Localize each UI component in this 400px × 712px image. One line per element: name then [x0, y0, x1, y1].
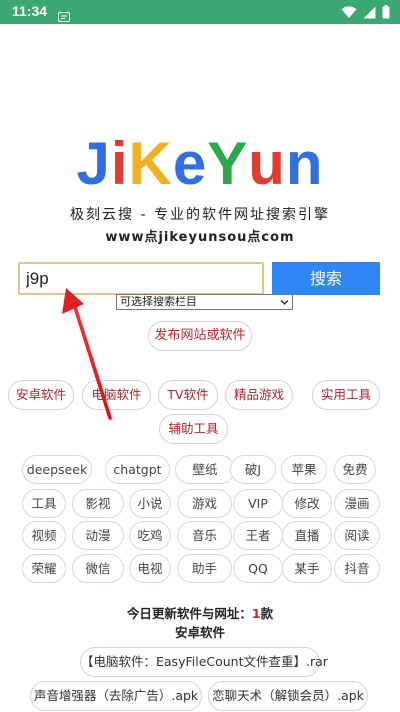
category-pc[interactable]: 电脑软件	[82, 380, 151, 410]
notification-icon	[58, 7, 70, 26]
tag-pill[interactable]: 壁纸	[175, 455, 235, 484]
logo-letter: J	[76, 130, 111, 197]
site-url: www点jikeyunsou点com	[105, 230, 295, 245]
tag-pill[interactable]: deepseek	[22, 455, 92, 484]
tag-pill[interactable]: 荣耀	[22, 554, 66, 583]
category-games[interactable]: 精品游戏	[225, 380, 293, 410]
category-select[interactable]: 可选择搜索栏目	[116, 294, 293, 310]
status-bar: 11:34	[0, 0, 400, 24]
category-tools[interactable]: 实用工具	[312, 380, 380, 410]
logo-letter: i	[110, 130, 129, 197]
logo-letter: Y	[207, 130, 249, 197]
search-button[interactable]: 搜索	[272, 262, 380, 295]
tag-pill[interactable]: 直播	[282, 521, 332, 550]
tag-pill[interactable]: 某手	[282, 554, 332, 583]
tag-pill[interactable]: QQ	[233, 554, 283, 583]
jikeyun-logo: JiKeYun	[0, 128, 400, 200]
tag-pill[interactable]: chatgpt	[105, 455, 170, 484]
status-right-icons	[341, 5, 390, 19]
tag-pill[interactable]: 王者	[233, 521, 283, 550]
tag-pill[interactable]: 吃鸡	[129, 521, 171, 550]
category-tv[interactable]: TV软件	[158, 380, 218, 410]
publish-button[interactable]: 发布网站或软件	[148, 321, 252, 351]
file-link[interactable]: 声音增强器（去除广告）.apk	[30, 681, 202, 711]
logo-letter: e	[172, 130, 208, 197]
tag-pill[interactable]: 小说	[129, 489, 171, 518]
tag-pill[interactable]: 动漫	[72, 521, 124, 550]
search-input[interactable]	[18, 262, 264, 295]
logo-letter: u	[248, 130, 286, 197]
file-link[interactable]: 恋聊天术（解锁会员）.apk	[208, 681, 368, 711]
tag-pill[interactable]: 工具	[22, 489, 66, 518]
battery-icon	[382, 5, 390, 19]
chevron-down-icon	[280, 295, 289, 312]
tag-pill[interactable]: 阅读	[334, 521, 380, 550]
tag-pill[interactable]: 漫画	[334, 489, 380, 518]
tagline: 极刻云搜 - 专业的软件网址搜索引擎	[70, 207, 330, 223]
category-android[interactable]: 安卓软件	[8, 380, 74, 410]
tag-pill[interactable]: 苹果	[281, 455, 327, 484]
tag-pill[interactable]: 助手	[177, 554, 232, 583]
status-time: 11:34	[12, 3, 48, 19]
logo-letter: K	[128, 130, 173, 197]
tag-pill[interactable]: 修改	[282, 489, 332, 518]
update-line: 今日更新软件与网址：1款	[0, 603, 400, 622]
update-prefix: 今日更新软件与网址：	[126, 606, 252, 621]
tag-pill[interactable]: VIP	[233, 489, 283, 518]
category-select-value: 可选择搜索栏目	[120, 295, 197, 308]
tag-pill[interactable]: 影视	[72, 489, 124, 518]
signal-icon	[363, 6, 376, 18]
update-count: 1	[251, 606, 261, 621]
category-assist[interactable]: 辅助工具	[159, 414, 228, 444]
logo-letter: n	[285, 130, 324, 197]
tag-pill[interactable]: 视频	[22, 521, 66, 550]
tag-pill[interactable]: 音乐	[177, 521, 232, 550]
file-link[interactable]: 【电脑软件：EasyFileCount文件查重】.rar	[80, 647, 328, 677]
tag-pill[interactable]: 微信	[72, 554, 124, 583]
tag-pill[interactable]: 免费	[334, 455, 376, 484]
wifi-icon	[341, 5, 357, 18]
tag-pill[interactable]: 电视	[129, 554, 171, 583]
tag-pill[interactable]: 游戏	[177, 489, 232, 518]
update-section: 安卓软件	[174, 625, 225, 640]
tag-pill[interactable]: 破J	[230, 455, 276, 484]
tag-pill[interactable]: 抖音	[334, 554, 380, 583]
update-suffix: 款	[260, 606, 274, 621]
